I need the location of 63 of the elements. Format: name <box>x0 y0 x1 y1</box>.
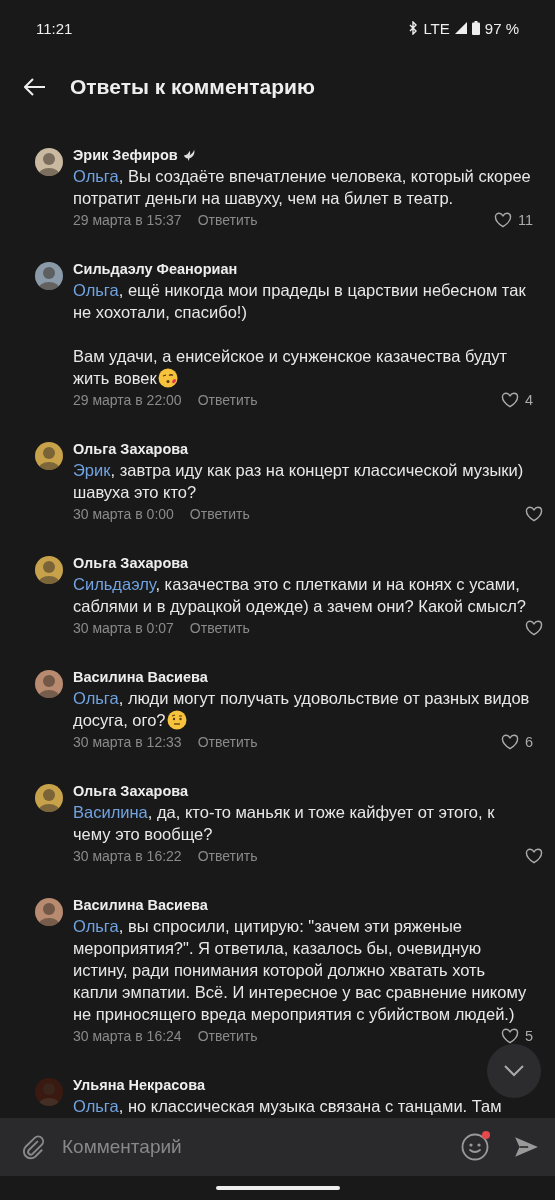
mention-link[interactable]: Ольга <box>73 167 119 185</box>
comment-text: Ольга, ещё никогда мои прадеды в царствии небесном так не хохотали, спасибо!) Вам удачи, а енисейское и сунженское казачества будут жить вовек <box>73 280 527 389</box>
reply-link[interactable]: Ответить <box>189 620 250 636</box>
chevron-down-icon <box>504 1065 524 1077</box>
comment-text: Ольга, люди могут получать удовольствие от разных видов досуга, ого? <box>73 688 531 731</box>
comment-date: 29 марта в 22:00 <box>73 392 182 408</box>
send-icon[interactable] <box>513 1134 539 1160</box>
like-count: 4 <box>524 392 533 408</box>
bluetooth-icon <box>408 21 419 35</box>
comment-text: Эрик, завтра иду как раз на концерт классической музыки) шавуха это кто? <box>73 460 525 503</box>
reply-link[interactable]: Ответить <box>197 848 258 864</box>
mention-link[interactable]: Ольга <box>73 689 119 707</box>
signal-icon <box>454 22 467 34</box>
reply-link[interactable]: Ответить <box>197 392 258 408</box>
heart-icon[interactable] <box>525 506 543 522</box>
comment-date: 29 марта в 15:37 <box>73 212 182 228</box>
heart-icon[interactable] <box>500 1028 519 1044</box>
author-name[interactable]: Ольга Захарова <box>73 782 189 799</box>
comment-date: 30 марта в 16:22 <box>73 848 182 864</box>
mention-link[interactable]: Эрик <box>73 461 111 479</box>
page-title: Ответы к комментарию <box>70 75 315 99</box>
like-count: 11 <box>517 212 533 228</box>
author-name[interactable]: Ольга Захарова <box>73 554 189 571</box>
heart-icon[interactable] <box>525 848 543 864</box>
mention-link[interactable]: Ольга <box>73 917 119 935</box>
status-time: 11:21 <box>36 19 73 37</box>
comment-bar[interactable]: Комментарий <box>0 1118 555 1176</box>
comment-text: Ольга, вы спросили, цитирую: "зачем эти ряженые мероприятия?". Я ответила, казалось бы, очевидную истину, ради понимания которой должно хватать хоть капли эмпатии. Всё. И интересное у вас сравнение никому не приносящего вреда мероприятия с yбийством людей.) <box>73 916 528 1025</box>
heart-icon[interactable] <box>525 620 543 636</box>
reply-link[interactable]: Ответить <box>189 506 250 522</box>
mention-link[interactable]: Ольга <box>73 1097 119 1115</box>
mention-link[interactable]: Сильдаэлу <box>73 575 156 593</box>
comment-text: Сильдаэлу, казачества это с плетками и на конях с усами, саблями и в дурацкой одежде) а зачем они? Какой смысл? <box>73 574 527 617</box>
comment-date: 30 марта в 0:00 <box>73 506 174 522</box>
battery-icon <box>471 21 480 35</box>
reply-link[interactable]: Ответить <box>197 1028 258 1044</box>
attach-icon[interactable] <box>20 1134 46 1160</box>
emoji-button[interactable] <box>461 1133 489 1161</box>
reply-link[interactable]: Ответить <box>197 212 258 228</box>
like-count: 6 <box>524 734 533 750</box>
reply-link[interactable]: Ответить <box>197 734 258 750</box>
back-arrow-icon[interactable] <box>24 78 46 96</box>
author-name[interactable]: Эрик Зефиров <box>73 146 178 163</box>
battery-level: 97 % <box>484 19 519 37</box>
comment-text: Ольга, Вы создаёте впечатление человека, который скорее потратит деньги на шавуху, чем на билет в театр. <box>73 166 532 209</box>
comment-text: Ольга, но классическая музыка связана с танцами. Там <box>73 1096 503 1117</box>
author-name[interactable]: Ульяна Некрасова <box>73 1076 205 1093</box>
heart-icon[interactable] <box>500 734 519 750</box>
mention-link[interactable]: Василина <box>73 803 148 821</box>
heart-icon[interactable] <box>500 392 519 408</box>
comment-text: Василина, да, кто-то маньяк и тоже кайфует от этого, к чему это вообще? <box>73 802 496 845</box>
heart-icon[interactable] <box>493 212 512 228</box>
comment-date: 30 марта в 16:24 <box>73 1028 182 1044</box>
author-name[interactable]: Ольга Захарова <box>73 440 189 457</box>
comment-date: 30 марта в 12:33 <box>73 734 182 750</box>
author-name[interactable]: Сильдаэлу Феанориан <box>73 260 238 277</box>
author-name[interactable]: Василина Васиева <box>73 896 208 913</box>
like-count: 5 <box>524 1028 533 1044</box>
network-label: LTE <box>423 19 450 37</box>
mention-link[interactable]: Ольга <box>73 281 119 299</box>
author-name[interactable]: Василина Васиева <box>73 668 208 685</box>
comment-input[interactable]: Комментарий <box>60 1135 447 1159</box>
comment-date: 30 марта в 0:07 <box>73 620 174 636</box>
